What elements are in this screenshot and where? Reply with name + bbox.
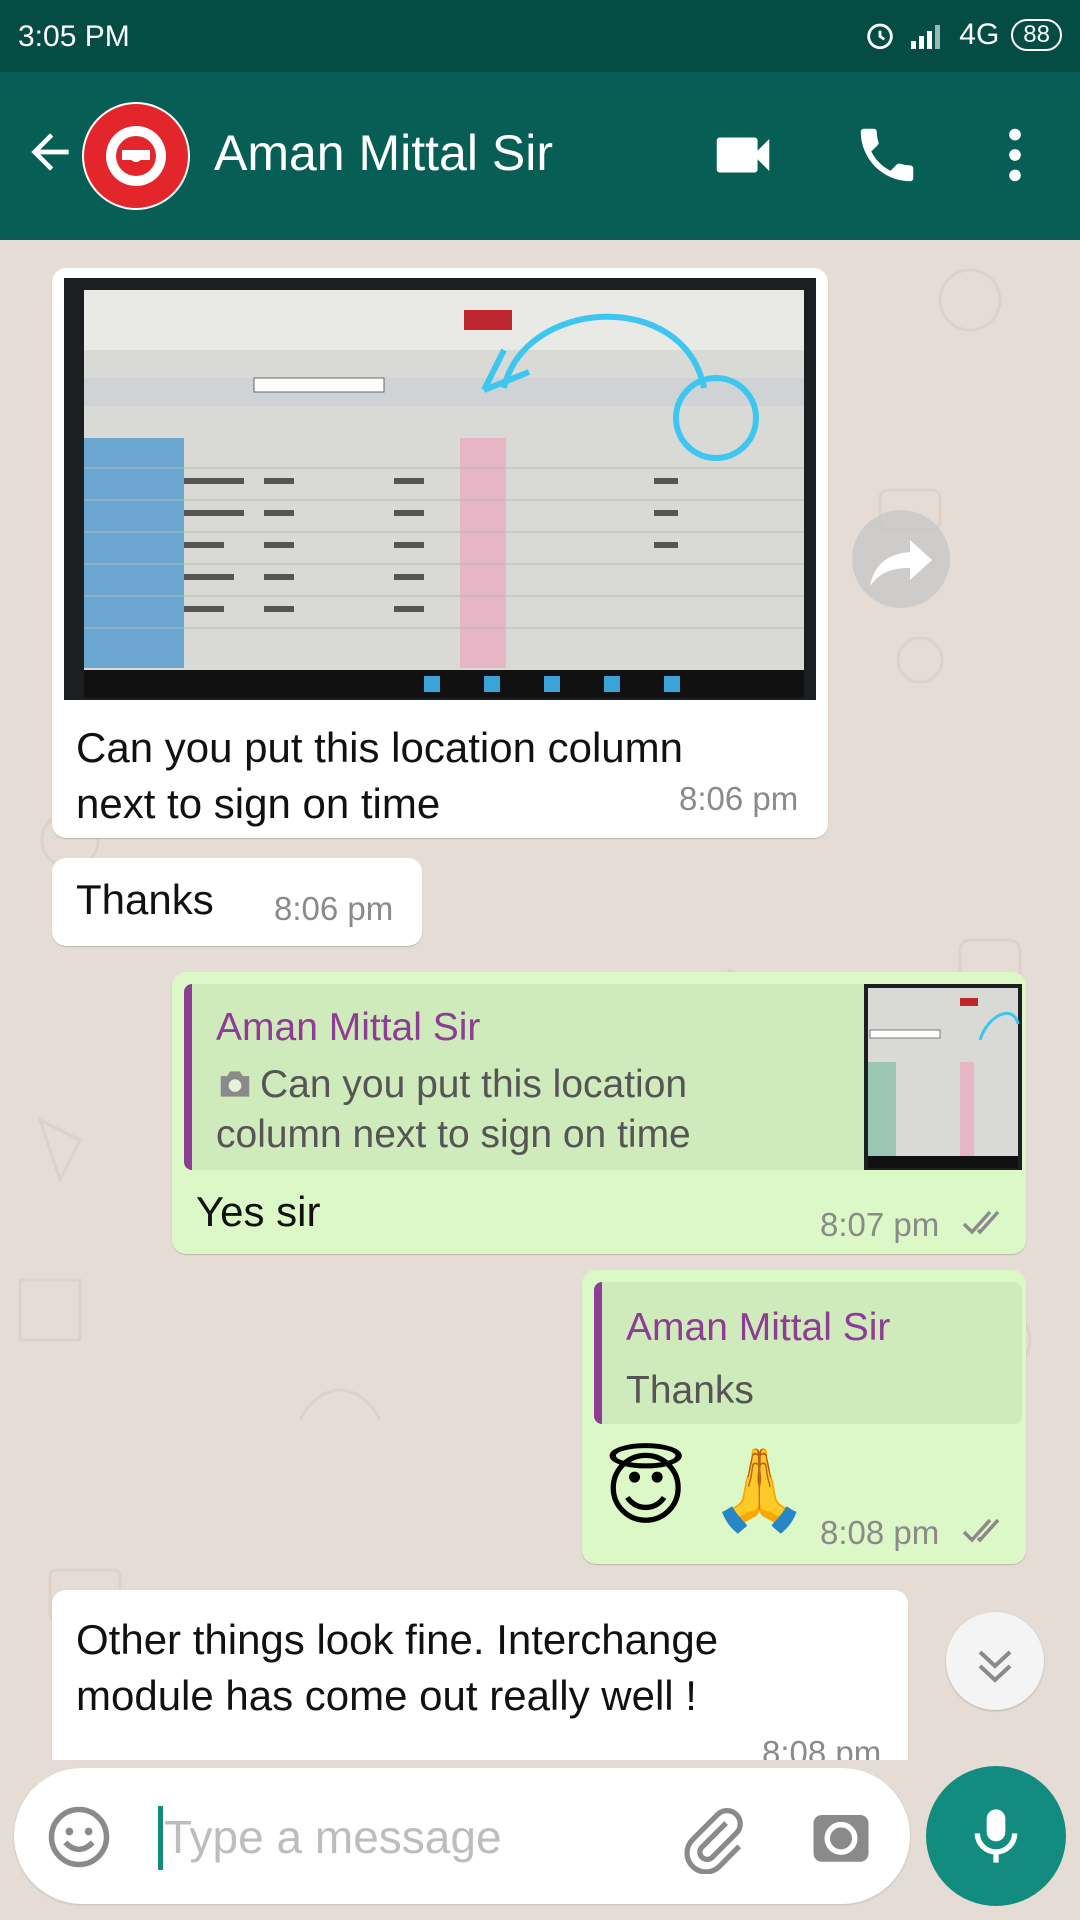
phone-icon[interactable] [852, 120, 922, 190]
voice-message-button[interactable] [926, 1766, 1066, 1906]
message-text: Other things look fine. Interchange modu… [76, 1612, 896, 1724]
quote-author: Aman Mittal Sir [216, 1006, 481, 1049]
quote-line-1: Can you put this location [260, 1063, 688, 1106]
quote-thumbnail [864, 984, 1022, 1170]
caption-line-1: Can you put this location column [76, 724, 684, 771]
text-cursor [158, 1806, 163, 1870]
video-call-icon[interactable] [708, 120, 778, 190]
message-time: 8:06 pm [274, 890, 394, 927]
status-icons: 4G 88 [863, 18, 1062, 52]
more-vert-icon[interactable] [980, 120, 1050, 190]
read-receipt-icon [962, 1518, 1000, 1543]
quoted-message[interactable]: Aman Mittal Sir Can you put this locatio… [184, 984, 1022, 1170]
incoming-photo-message[interactable]: Can you put this location column next to… [52, 268, 828, 838]
message-text: Yes sir [196, 1188, 321, 1235]
message-time: 8:07 pm [820, 1206, 940, 1243]
message-time: 8:06 pm [679, 780, 799, 817]
battery-icon: 88 [1011, 19, 1062, 51]
incoming-text-message[interactable]: Thanks 8:06 pm [52, 858, 422, 946]
status-time: 3:05 PM [18, 20, 130, 53]
quote-line-2: column next to sign on time [216, 1113, 691, 1156]
chat-header: Aman Mittal Sir [0, 72, 1080, 240]
message-time: 8:08 pm [762, 1734, 882, 1760]
incoming-text-message[interactable]: Other things look fine. Interchange modu… [52, 1590, 908, 1760]
message-input[interactable]: Type a message [14, 1768, 910, 1904]
attach-icon[interactable] [678, 1804, 748, 1874]
scroll-down-icon [978, 1650, 1012, 1683]
quote-text: Can you put this location column next to… [216, 1060, 856, 1160]
alarm-icon [867, 23, 894, 50]
read-receipt-icon [962, 1210, 1000, 1235]
shared-photo[interactable] [64, 278, 816, 700]
quoted-message[interactable]: Aman Mittal Sir Thanks [594, 1282, 1022, 1424]
mic-icon [974, 1809, 1018, 1863]
emoji-content: 😇 🙏 [604, 1445, 810, 1534]
message-line-2: module has come out really well ! [76, 1672, 697, 1719]
message-line-1: Other things look fine. Interchange [76, 1616, 719, 1663]
back-arrow-icon[interactable] [22, 124, 78, 180]
chat-area[interactable]: Can you put this location column next to… [0, 240, 1080, 1760]
camera-icon[interactable] [808, 1804, 874, 1870]
message-input-bar: Type a message [0, 1760, 1080, 1920]
contact-name[interactable]: Aman Mittal Sir [214, 124, 553, 182]
quote-text: Thanks [626, 1369, 754, 1412]
network-type: 4G [959, 18, 1000, 51]
emoji-icon[interactable] [46, 1804, 112, 1870]
message-text: Thanks [76, 876, 214, 923]
quote-author: Aman Mittal Sir [626, 1306, 891, 1349]
outgoing-reply-message[interactable]: Aman Mittal Sir Can you put this locatio… [172, 972, 1026, 1254]
scroll-down-button[interactable] [946, 1612, 1044, 1710]
forward-icon [870, 540, 932, 586]
forward-button[interactable] [852, 510, 950, 608]
contact-avatar[interactable] [82, 102, 190, 210]
status-bar: 3:05 PM 4G 88 [0, 0, 1080, 72]
indian-railways-logo [84, 104, 188, 208]
message-time: 8:08 pm [820, 1514, 940, 1551]
outgoing-emoji-message[interactable]: Aman Mittal Sir Thanks 😇 🙏 8:08 pm [582, 1270, 1026, 1564]
input-placeholder: Type a message [164, 1811, 502, 1863]
signal-icon [911, 25, 941, 49]
